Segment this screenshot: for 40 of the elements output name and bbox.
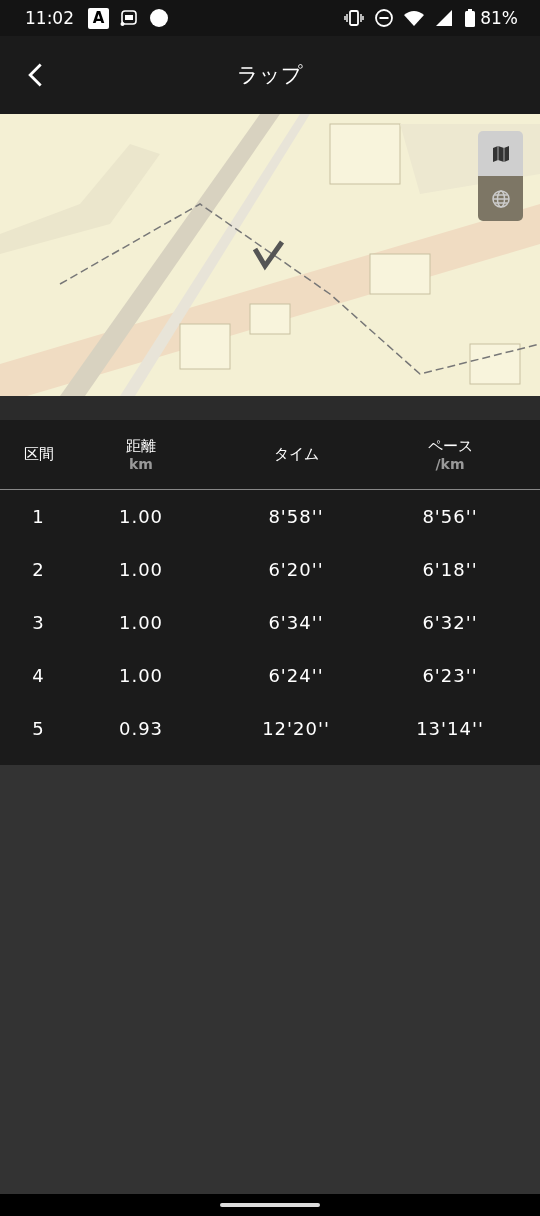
- table-cell: 8'56'': [422, 506, 478, 527]
- map-view-button[interactable]: [478, 131, 523, 176]
- signal-icon: [434, 8, 455, 28]
- table-cell: 1.00: [118, 612, 164, 633]
- table-cell: 6'32'': [422, 612, 478, 633]
- table-cell: 6'34'': [268, 612, 324, 633]
- table-cell: 1: [32, 506, 45, 527]
- column-header: 距離: [126, 437, 156, 456]
- table-cell: 5: [32, 718, 45, 739]
- table-cell: 1.00: [118, 665, 164, 686]
- table-cell: 8'58'': [268, 506, 324, 527]
- battery-icon: [464, 8, 477, 28]
- table-cell: 1.00: [118, 559, 164, 580]
- battery-percentage: 81%: [480, 8, 518, 28]
- clock: 11:02: [25, 8, 74, 28]
- table-cell: 4: [32, 665, 45, 686]
- table-cell: 1.00: [118, 506, 164, 527]
- table-cell: 2: [32, 559, 45, 580]
- wallet-icon: [119, 8, 139, 28]
- table-cell: 6'24'': [268, 665, 324, 686]
- column-unit: km: [129, 456, 153, 472]
- screen-title: ラップ: [237, 62, 303, 89]
- dot-icon: [149, 8, 169, 28]
- table-cell: 3: [32, 612, 45, 633]
- column-unit: /km: [435, 456, 465, 472]
- table-cell: 0.93: [118, 718, 164, 739]
- column-header: 区間: [23, 445, 54, 464]
- globe-icon: [490, 188, 511, 209]
- do-not-disturb-icon: [374, 8, 395, 28]
- map-icon: [490, 143, 511, 164]
- column-header: ペース: [427, 437, 473, 456]
- table-cell: 6'20'': [268, 559, 324, 580]
- table-cell: 6'23'': [422, 665, 478, 686]
- table-cell: 13'14'': [416, 718, 484, 739]
- table-cell: 12'20'': [262, 718, 330, 739]
- table-cell: 6'18'': [422, 559, 478, 580]
- wifi-icon: [404, 8, 425, 28]
- vibrate-icon: [344, 8, 365, 28]
- notification-icon: A: [88, 7, 109, 29]
- column-header: タイム: [273, 445, 319, 464]
